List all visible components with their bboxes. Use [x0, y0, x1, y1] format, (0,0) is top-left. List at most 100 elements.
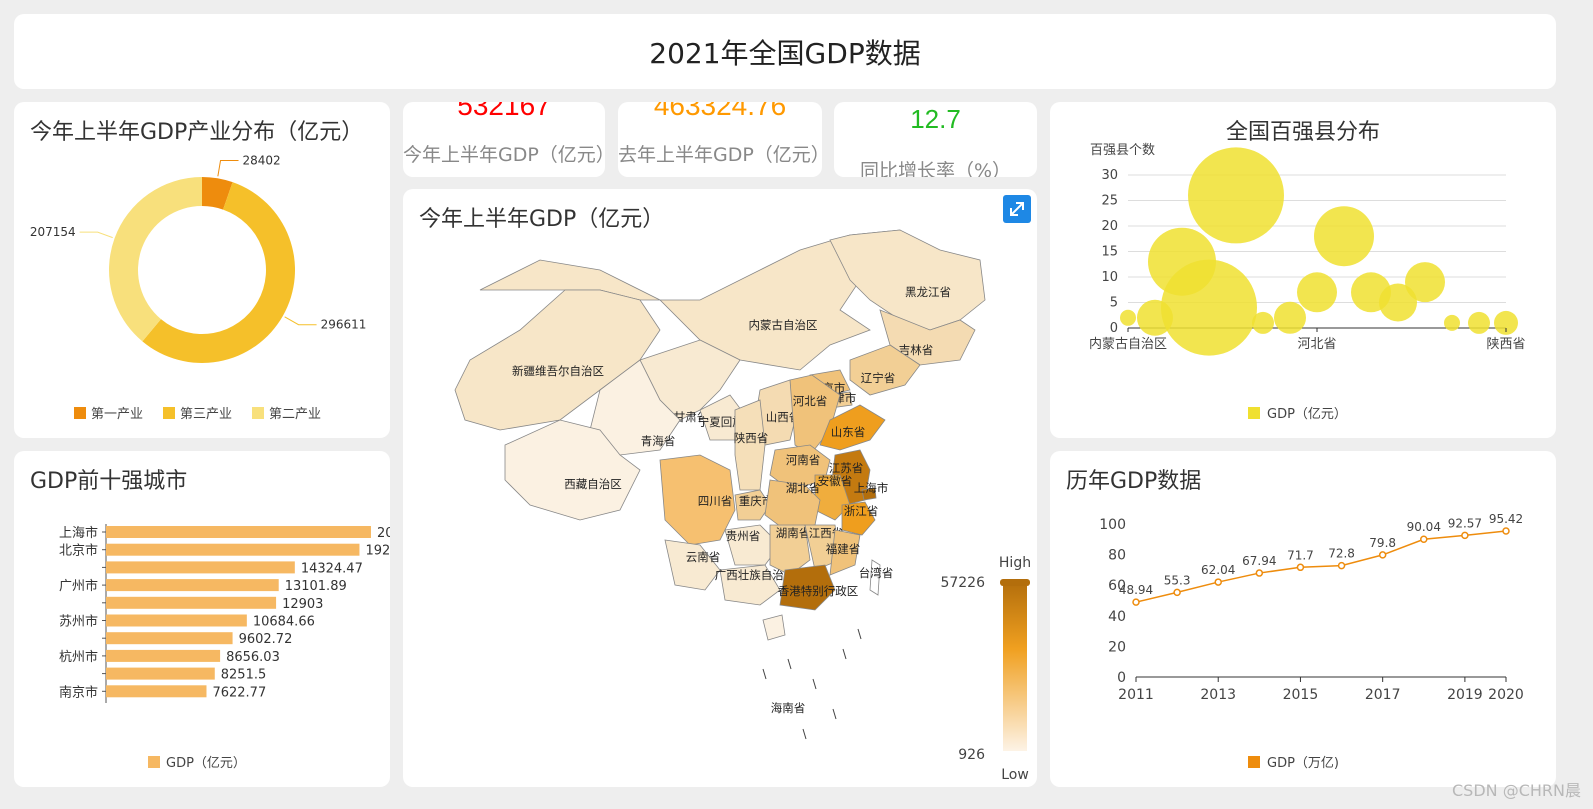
province-label: 安徽省: [818, 474, 853, 488]
province-label: 内蒙古自治区: [749, 318, 818, 332]
province-region: [762, 614, 786, 641]
bar: [106, 649, 221, 662]
pie-slice: [108, 177, 202, 342]
bar-category-label: 北京市: [59, 543, 98, 559]
x-tick-label: 2017: [1365, 687, 1401, 703]
legend-swatch: [163, 407, 175, 419]
visual-map-handle-top: [1000, 579, 1030, 586]
bubble: [1161, 259, 1257, 356]
bar-category-label: 上海市: [59, 525, 98, 541]
bar: [106, 685, 207, 698]
top-cities-chart: 上海市 20102 北京市 1922814324.47 广州市 13101.89 12903…: [59, 524, 390, 771]
bubble: [1405, 262, 1445, 303]
legend-swatch: [1248, 756, 1260, 768]
province-label: 广西壮族自治区: [715, 568, 796, 582]
x-tick-label: 2011: [1118, 687, 1154, 703]
line-series: [1135, 530, 1507, 603]
visual-map-low-label: Low: [1001, 767, 1029, 783]
province-label: 福建省: [826, 542, 861, 556]
y-tick-label: 20: [1101, 219, 1118, 234]
province-label: 浙江省: [844, 504, 879, 518]
bar-category-label: 广州市: [59, 578, 98, 594]
province-label: 辽宁省: [861, 371, 896, 385]
legend-label: GDP（亿元）: [1267, 407, 1347, 422]
bubble: [1297, 272, 1337, 313]
annual-gdp-chart: 0204060801002011 2013 2015 2017 2019 202048.9…: [1099, 512, 1524, 771]
sea-boundary-dash: [787, 658, 792, 670]
y-tick-label: 15: [1101, 245, 1118, 260]
bar-value-label: 13101.89: [285, 579, 347, 594]
gdp-map-panel: 今年上半年GDP（亿元） 内蒙古自治区黑龙江省吉林省新疆维吾尔自治区辽宁省北京市…: [403, 189, 1037, 787]
line-point-label: 55.3: [1164, 573, 1191, 587]
visual-map-bar: [1003, 581, 1027, 751]
header-panel: 2021年全国GDP数据: [14, 14, 1556, 89]
legend-swatch: [148, 756, 160, 768]
kpi-card-previous: 463324.76 去年上半年GDP（亿元）: [618, 102, 822, 177]
y-tick-label: 80: [1108, 548, 1126, 564]
line-point: [1378, 551, 1387, 559]
legend-swatch: [74, 407, 86, 419]
bar: [106, 632, 233, 645]
bar: [106, 526, 371, 538]
sea-boundary-dash: [842, 648, 847, 660]
bar: [106, 614, 247, 627]
industry-pie-chart: 28402 296611 207154 第一产业 第三产业 第二产业: [30, 154, 367, 422]
bar-value-label: 8656.03: [226, 650, 280, 665]
province-region: [829, 229, 986, 331]
x-tick-label: 2019: [1447, 687, 1483, 703]
line-point: [1461, 531, 1469, 540]
x-tick-label: 2015: [1283, 687, 1319, 703]
province-label: 香港特别行政区: [778, 584, 859, 598]
province-label: 上海市: [854, 481, 889, 495]
line-point-label: 79.8: [1369, 536, 1396, 550]
y-tick-label: 0: [1110, 321, 1118, 336]
bubble: [1274, 301, 1306, 334]
bar: [106, 543, 360, 556]
sea-boundary-dash: [857, 628, 862, 640]
bar-value-label: 20102: [377, 526, 390, 541]
legend-label: 第三产业: [180, 407, 232, 422]
pie-slice-label: 207154: [30, 225, 76, 239]
bar-value-label: 10684.66: [253, 615, 315, 630]
x-tick-label: 陕西省: [1486, 337, 1525, 352]
province-label: 河北省: [793, 394, 828, 408]
kpi-current-value: 532167: [457, 102, 551, 121]
watermark: CSDN @CHRN晨: [1452, 781, 1581, 800]
province-region: [734, 399, 766, 491]
province-label: 新疆维吾尔自治区: [512, 364, 604, 378]
province-region: [664, 539, 721, 591]
kpi-card-current: 532167 今年上半年GDP（亿元）: [403, 102, 605, 177]
kpi-growth-label: 同比增长率（%）: [859, 160, 1012, 177]
province-label: 台湾省: [859, 566, 894, 580]
line-point-label: 62.04: [1201, 563, 1235, 577]
y-tick-label: 25: [1101, 194, 1118, 209]
x-tick-label: 2013: [1200, 687, 1236, 703]
y-tick-label: 100: [1099, 517, 1126, 533]
kpi-previous-value: 463324.76: [653, 102, 787, 121]
line-point: [1502, 527, 1510, 535]
kpi-growth-value: 12.7: [910, 104, 961, 134]
province-label: 黑龙江省: [905, 285, 951, 299]
bar: [106, 561, 295, 574]
province-label: 湖北省: [786, 481, 821, 495]
legend-label: GDP（亿元）: [166, 756, 246, 771]
line-point: [1420, 535, 1428, 543]
x-tick-label: 内蒙古自治区: [1089, 336, 1167, 352]
y-axis-label: 百强县个数: [1090, 143, 1155, 158]
legend-label: GDP（万亿): [1267, 756, 1339, 771]
bubble: [1120, 309, 1136, 326]
bar-category-label: 杭州市: [59, 649, 98, 665]
pie-label-line: [217, 160, 239, 177]
kpi-card-growth: 12.7 同比增长率（%）: [834, 102, 1037, 177]
top-counties-panel: 全国百强县分布 百强县个数 0 5 10 15 20 25 30 内蒙古自治区 河北省 陕西省 GDP…: [1050, 102, 1556, 438]
industry-pie-panel: 今年上半年GDP产业分布（亿元） 28402 296611 207154 第一产业 第三…: [14, 102, 390, 438]
bubble: [1468, 311, 1490, 334]
china-gdp-map[interactable]: 内蒙古自治区黑龙江省吉林省新疆维吾尔自治区辽宁省北京市天津市甘肃省宁夏回族自治区…: [403, 189, 1037, 787]
bar-category-label: 南京市: [59, 684, 98, 700]
province-label: 西藏自治区: [564, 477, 622, 491]
pie-slice-label: 28402: [243, 154, 281, 168]
line-point-label: 92.57: [1448, 516, 1482, 530]
x-tick-label: 2020: [1488, 687, 1524, 703]
legend-swatch: [252, 407, 264, 419]
annual-gdp-panel: 历年GDP数据 0 20 40 60 80 100 2011 2013 2015 2017 2019…: [1050, 451, 1556, 787]
